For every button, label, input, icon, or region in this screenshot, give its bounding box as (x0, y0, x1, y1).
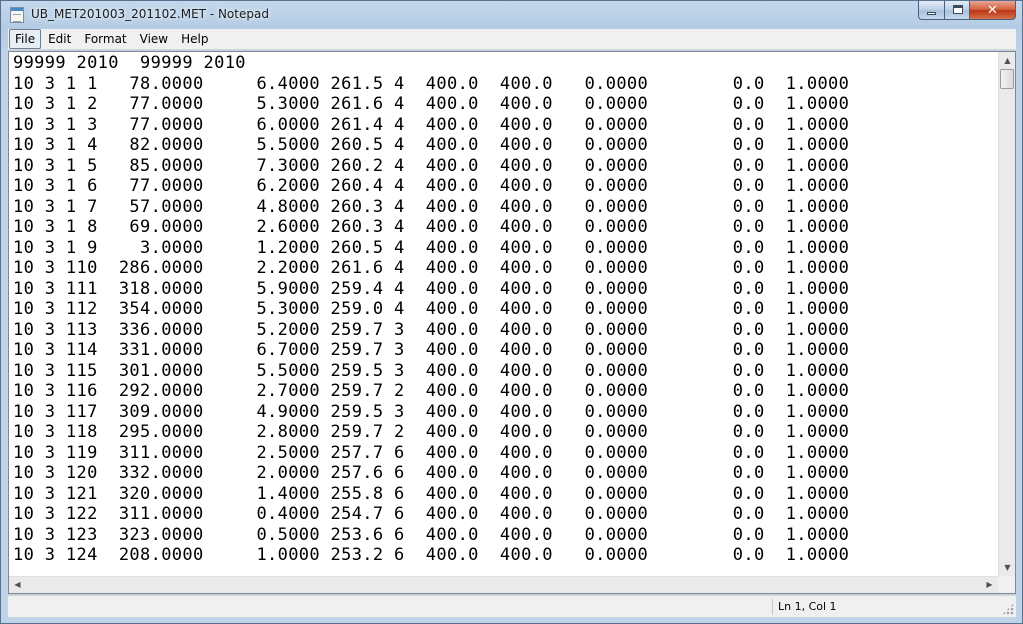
minimize-button[interactable] (918, 1, 944, 20)
maximize-button[interactable] (944, 1, 970, 20)
horizontal-scrollbar[interactable]: ◀ ▶ (9, 576, 998, 593)
cursor-position: Ln 1, Col 1 (778, 600, 837, 613)
text-line[interactable]: 10 3 1 7 57.0000 4.8000 260.3 4 400.0 40… (13, 197, 998, 218)
scrollbar-corner (998, 576, 1015, 593)
scroll-left-arrow-icon[interactable]: ◀ (9, 577, 26, 593)
text-line[interactable]: 10 3 118 295.0000 2.8000 259.7 2 400.0 4… (13, 422, 998, 443)
text-line[interactable]: 10 3 113 336.0000 5.2000 259.7 3 400.0 4… (13, 320, 998, 341)
menu-edit[interactable]: Edit (42, 29, 77, 49)
text-line[interactable]: 10 3 1 3 77.0000 6.0000 261.4 4 400.0 40… (13, 115, 998, 136)
text-line[interactable]: 10 3 1 9 3.0000 1.2000 260.5 4 400.0 400… (13, 238, 998, 259)
text-line[interactable]: 10 3 1 6 77.0000 6.2000 260.4 4 400.0 40… (13, 176, 998, 197)
text-editor: 99999 2010 99999 2010 10 3 1 1 78.0000 6.… (8, 51, 1016, 594)
text-line[interactable]: 10 3 110 286.0000 2.2000 261.6 4 400.0 4… (13, 258, 998, 279)
text-line[interactable]: 10 3 115 301.0000 5.5000 259.5 3 400.0 4… (13, 361, 998, 382)
caption-buttons: ✕ (918, 1, 1016, 21)
text-line[interactable]: 10 3 123 323.0000 0.5000 253.6 6 400.0 4… (13, 525, 998, 546)
status-divider (772, 599, 773, 615)
vertical-scroll-thumb[interactable] (1000, 69, 1014, 89)
text-line[interactable]: 99999 2010 99999 2010 (13, 53, 998, 74)
text-line[interactable]: 10 3 121 320.0000 1.4000 255.8 6 400.0 4… (13, 484, 998, 505)
text-line[interactable]: 10 3 1 1 78.0000 6.4000 261.5 4 400.0 40… (13, 74, 998, 95)
menu-bar: File Edit Format View Help (8, 29, 1016, 50)
text-line[interactable]: 10 3 119 311.0000 2.5000 257.7 6 400.0 4… (13, 443, 998, 464)
notepad-icon[interactable] (10, 7, 24, 23)
maximize-icon (953, 5, 963, 14)
text-line[interactable]: 10 3 117 309.0000 4.9000 259.5 3 400.0 4… (13, 402, 998, 423)
notepad-window: UB_MET201003_201102.MET - Notepad ✕ File… (0, 0, 1023, 624)
text-line[interactable]: 10 3 122 311.0000 0.4000 254.7 6 400.0 4… (13, 504, 998, 525)
text-line[interactable]: 10 3 111 318.0000 5.9000 259.4 4 400.0 4… (13, 279, 998, 300)
menu-view[interactable]: View (134, 29, 174, 49)
scroll-down-arrow-icon[interactable]: ▼ (999, 559, 1015, 576)
close-icon: ✕ (987, 3, 998, 18)
menu-help[interactable]: Help (175, 29, 214, 49)
text-line[interactable]: 10 3 1 2 77.0000 5.3000 261.6 4 400.0 40… (13, 94, 998, 115)
resize-grip-icon[interactable] (1002, 603, 1014, 615)
minimize-icon (927, 12, 936, 15)
menu-format[interactable]: Format (78, 29, 132, 49)
text-line[interactable]: 10 3 116 292.0000 2.7000 259.7 2 400.0 4… (13, 381, 998, 402)
text-line[interactable]: 10 3 1 5 85.0000 7.3000 260.2 4 400.0 40… (13, 156, 998, 177)
scroll-up-arrow-icon[interactable]: ▲ (999, 52, 1015, 69)
status-bar: Ln 1, Col 1 (8, 595, 1016, 617)
text-line[interactable]: 10 3 1 8 69.0000 2.6000 260.3 4 400.0 40… (13, 217, 998, 238)
text-area[interactable]: 99999 2010 99999 2010 10 3 1 1 78.0000 6.… (9, 52, 998, 576)
menu-file[interactable]: File (9, 29, 42, 49)
title-bar[interactable]: UB_MET201003_201102.MET - Notepad ✕ (1, 1, 1022, 29)
text-line[interactable]: 10 3 112 354.0000 5.3000 259.0 4 400.0 4… (13, 299, 998, 320)
window-title: UB_MET201003_201102.MET - Notepad (31, 7, 269, 21)
vertical-scrollbar[interactable]: ▲ ▼ (998, 52, 1015, 576)
text-line[interactable]: 10 3 124 208.0000 1.0000 253.2 6 400.0 4… (13, 545, 998, 566)
text-line[interactable]: 10 3 114 331.0000 6.7000 259.7 3 400.0 4… (13, 340, 998, 361)
close-button[interactable]: ✕ (970, 1, 1016, 20)
text-line[interactable]: 10 3 120 332.0000 2.0000 257.6 6 400.0 4… (13, 463, 998, 484)
scroll-right-arrow-icon[interactable]: ▶ (981, 577, 998, 593)
text-line[interactable]: 10 3 1 4 82.0000 5.5000 260.5 4 400.0 40… (13, 135, 998, 156)
